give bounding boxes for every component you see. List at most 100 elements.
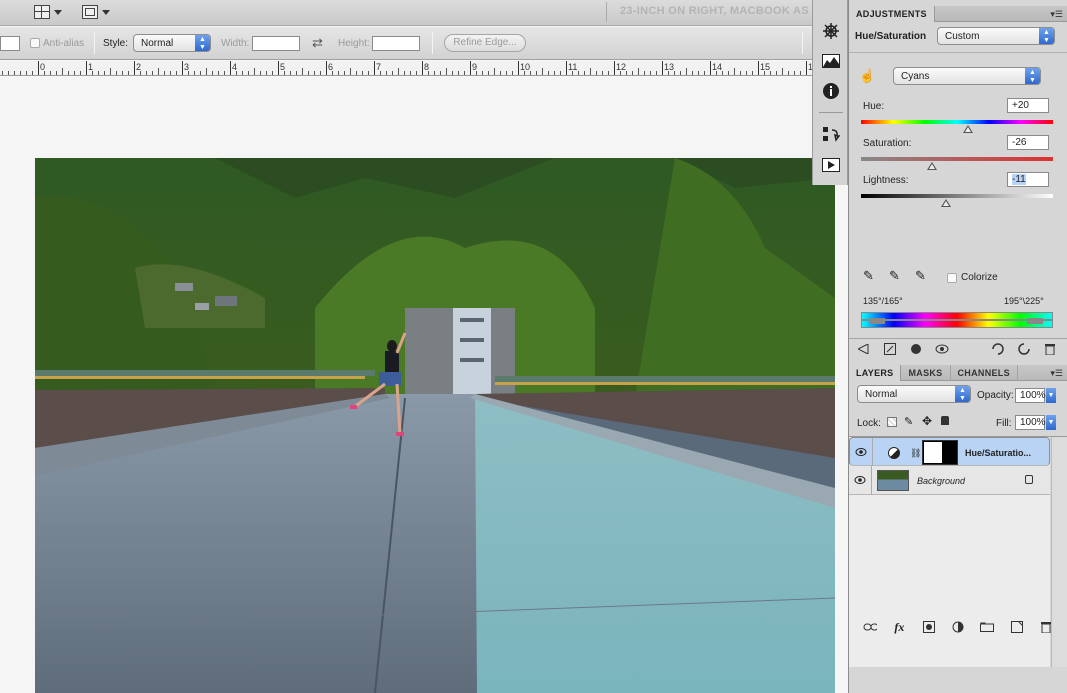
lock-position-icon[interactable]: ✥	[922, 414, 932, 428]
anti-alias-label: Anti-alias	[43, 38, 85, 49]
preset-select[interactable]: Custom ▲ ▼	[937, 27, 1055, 45]
link-icon[interactable]	[863, 620, 877, 634]
lock-transparency-icon[interactable]	[887, 417, 897, 427]
layers-scrollbar[interactable]	[1051, 437, 1067, 667]
visibility-eye-icon[interactable]	[935, 342, 949, 356]
group-folder-icon[interactable]	[980, 620, 995, 634]
actions-play-icon[interactable]	[821, 156, 841, 174]
divider	[849, 52, 1067, 53]
layer-mask-thumbnail[interactable]	[922, 440, 958, 465]
blend-mode-select[interactable]: Normal ▲ ▼	[857, 385, 971, 403]
photo-dam-road[interactable]	[35, 158, 835, 693]
arrange-documents-button[interactable]	[34, 3, 62, 21]
trash-icon[interactable]	[1043, 342, 1057, 356]
opacity-field[interactable]: 100%	[1015, 388, 1046, 403]
lock-brush-icon[interactable]: ✎	[904, 415, 913, 428]
color-range-bar-top[interactable]	[861, 312, 1053, 320]
on-image-adjust-icon[interactable]: ☝	[859, 68, 875, 84]
hue-slider-thumb[interactable]	[962, 125, 973, 133]
back-arrow-icon[interactable]	[857, 342, 871, 356]
tab-adjustments[interactable]: ADJUSTMENTS	[849, 6, 935, 22]
tab-layers[interactable]: LAYERS	[849, 365, 902, 381]
ruler-minor-tick	[50, 71, 51, 75]
color-range-bar-bottom[interactable]	[861, 320, 1053, 328]
ruler-minor-tick	[14, 71, 15, 75]
eyedropper-icon[interactable]: ✎	[863, 268, 874, 284]
panel-dock	[812, 0, 848, 185]
range-handle-right[interactable]	[1027, 318, 1043, 324]
width-label: Width:	[221, 38, 250, 49]
layers-bottom-bar: fx	[863, 620, 1053, 634]
tab-channels[interactable]: CHANNELS	[951, 365, 1018, 381]
swap-arrows-icon[interactable]: ⇄	[312, 35, 323, 51]
channel-select[interactable]: Cyans ▲ ▼	[893, 67, 1041, 85]
colorize-checkbox[interactable]	[947, 273, 957, 283]
fx-icon[interactable]: fx	[892, 620, 906, 634]
ruler-minor-tick	[56, 71, 57, 75]
lock-all-icon[interactable]	[941, 416, 949, 425]
saturation-field[interactable]: -26	[1007, 135, 1049, 150]
info-icon[interactable]	[821, 82, 841, 100]
layer-visibility-eye-icon[interactable]	[855, 447, 867, 459]
saturation-slider-track[interactable]	[861, 157, 1053, 161]
app-bar-divider	[606, 2, 607, 22]
layer-name[interactable]: Hue/Saturatio...	[965, 448, 1031, 458]
style-select[interactable]: Normal ▲ ▼	[133, 34, 211, 52]
blend-mode-value: Normal	[865, 389, 898, 400]
history-icon[interactable]	[821, 126, 841, 144]
lightness-field[interactable]: -11	[1007, 172, 1049, 187]
ruler-minor-tick	[194, 71, 195, 75]
reset-icon[interactable]	[1017, 342, 1031, 356]
hue-slider-track[interactable]	[861, 120, 1053, 124]
ruler-minor-tick	[242, 71, 243, 75]
refine-edge-button[interactable]: Refine Edge...	[444, 34, 526, 52]
layer-row-background[interactable]: Background	[849, 466, 1050, 495]
layer-name[interactable]: Background	[917, 476, 965, 486]
adjustment-layer-icon[interactable]	[951, 620, 965, 634]
ruler-minor-tick	[596, 71, 597, 75]
lightness-slider-thumb[interactable]	[941, 199, 952, 207]
panel-menu-icon[interactable]: ▾☰	[1050, 368, 1063, 379]
width-field[interactable]	[252, 36, 300, 51]
anti-alias-checkbox[interactable]	[30, 38, 40, 48]
new-layer-icon[interactable]	[1010, 620, 1024, 634]
fill-dropdown-icon[interactable]: ▼	[1046, 415, 1056, 430]
expand-view-icon[interactable]	[883, 342, 897, 356]
saturation-slider-thumb[interactable]	[927, 162, 938, 170]
panel-menu-icon[interactable]: ▾☰	[1050, 9, 1063, 20]
preset-value: Custom	[945, 31, 980, 42]
layer-visibility-eye-icon[interactable]	[854, 475, 866, 487]
clip-to-layer-icon[interactable]	[909, 342, 923, 356]
ruler-minor-tick	[530, 71, 531, 75]
fill-field[interactable]: 100%	[1015, 415, 1046, 430]
ruler-minor-tick	[680, 71, 681, 75]
horizontal-ruler[interactable]: 012345678910111213141516	[0, 61, 812, 76]
eyedropper-plus-icon[interactable]: ✎	[889, 268, 900, 284]
separator	[802, 32, 803, 54]
ruler-minor-tick	[92, 71, 93, 75]
view-previous-icon[interactable]	[991, 342, 1005, 356]
ruler-minor-tick	[350, 68, 351, 75]
range-handle-left[interactable]	[869, 318, 885, 324]
opacity-dropdown-icon[interactable]: ▼	[1046, 388, 1056, 403]
tab-masks[interactable]: MASKS	[901, 365, 951, 381]
ruler-major-tick	[134, 61, 135, 75]
hue-field[interactable]: +20	[1007, 98, 1049, 113]
ruler-minor-tick	[578, 71, 579, 75]
lightness-slider-track[interactable]	[861, 194, 1053, 198]
trash-icon[interactable]	[1039, 620, 1053, 634]
mask-icon[interactable]	[922, 620, 936, 634]
navigator-wheel-icon[interactable]	[821, 22, 841, 40]
histogram-icon[interactable]	[821, 52, 841, 70]
screen-mode-button[interactable]	[82, 3, 110, 21]
ruler-minor-tick	[368, 71, 369, 75]
layer-thumbnail[interactable]	[877, 470, 909, 491]
feather-field[interactable]	[0, 36, 20, 51]
mask-link-icon[interactable]: ⛓	[910, 448, 921, 459]
ruler-label: 10	[520, 62, 531, 72]
layer-row-hue-saturation[interactable]: ⛓ Hue/Saturatio...	[849, 437, 1050, 467]
height-field[interactable]	[372, 36, 420, 51]
ruler-minor-tick	[458, 71, 459, 75]
eyedropper-minus-icon[interactable]: ✎	[915, 268, 926, 284]
ruler-minor-tick	[626, 71, 627, 75]
